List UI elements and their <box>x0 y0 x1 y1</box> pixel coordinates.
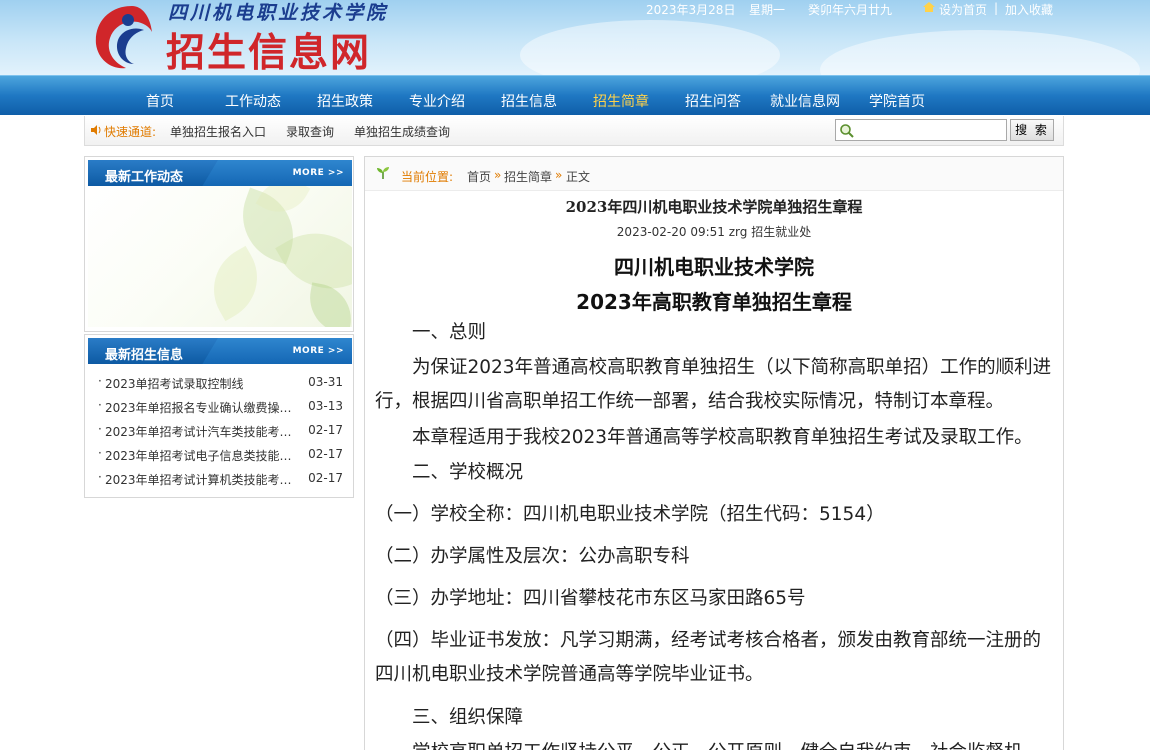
panel-header: 最新招生信息 MORE >> <box>88 338 352 364</box>
school-logo-icon[interactable] <box>88 0 154 72</box>
topbar-divider: | <box>994 1 999 15</box>
nav-item-admission-info[interactable]: 招生信息 <box>501 91 557 111</box>
list-item-date: 03-13 <box>308 399 343 413</box>
article-container: 当前位置: 首页 » 招生简章 » 正文 2023年四川机电职业技术学院单独招生… <box>364 156 1064 750</box>
quick-access-bar: 快速通道: 单独招生报名入口 录取查询 单独招生成绩查询 搜 索 <box>84 116 1064 146</box>
list-item-title[interactable]: 2023年单招考试电子信息类技能考试说明 <box>105 447 301 464</box>
site-header: 四川机电职业技术学院 招生信息网 2023年3月28日 星期一 癸卯年六月廿九 … <box>0 0 1150 75</box>
paragraph: 为保证2023年普通高校高职教育单独招生（以下简称高职单招）工作的顺利进行，根据… <box>375 357 1052 412</box>
list-item-title[interactable]: 2023年单招考试计汽车类技能考试说明 <box>105 423 301 440</box>
home-icon <box>923 2 935 12</box>
nav-item-majors[interactable]: 专业介绍 <box>409 91 465 111</box>
list-item[interactable]: · 2023年单招考试计汽车类技能考试说明 02-17 <box>95 419 345 443</box>
paragraph: 本章程适用于我校2023年普通高等学校高职教育单独招生考试及录取工作。 <box>412 427 1033 448</box>
article-title: 2023年四川机电职业技术学院单独招生章程 <box>565 198 863 216</box>
set-homepage-link[interactable]: 设为首页 <box>939 1 987 18</box>
list-item[interactable]: · 2023年单招考试计算机类技能考试说明 02-17 <box>95 467 345 491</box>
breadcrumb-home[interactable]: 首页 <box>467 168 491 185</box>
document-heading-title: 2023年高职教育单独招生章程 <box>576 290 852 314</box>
leaf-decoration <box>304 282 352 327</box>
article-meta: 2023-02-20 09:51 zrg 招生就业处 <box>616 225 812 239</box>
list-item-title[interactable]: 2023单招考试录取控制线 <box>105 375 301 392</box>
more-link[interactable]: MORE >> <box>293 168 344 178</box>
quick-link-admission-query[interactable]: 录取查询 <box>286 123 334 140</box>
quick-link-signup[interactable]: 单独招生报名入口 <box>170 123 266 140</box>
breadcrumb-section[interactable]: 招生简章 <box>504 168 552 185</box>
search-icon <box>840 124 854 138</box>
breadcrumb-label: 当前位置: <box>401 170 454 184</box>
quick-link-score-query[interactable]: 单独招生成绩查询 <box>354 123 450 140</box>
decorative-leaf-background <box>88 186 352 327</box>
paragraph: 学校高职单招工作坚持公平、公正、公开原则，健全自我约束、社会监督机 <box>375 736 1055 750</box>
site-name: 招生信息网 <box>166 31 372 75</box>
list-item[interactable]: · 2023单招考试录取控制线 03-31 <box>95 371 345 395</box>
admission-news-panel: 最新招生信息 MORE >> · 2023单招考试录取控制线 03-31 · 2… <box>84 334 354 498</box>
nav-item-college-home[interactable]: 学院首页 <box>869 91 925 111</box>
nav-item-employment[interactable]: 就业信息网 <box>770 91 840 111</box>
work-news-panel: 最新工作动态 MORE >> <box>84 156 354 332</box>
search-button[interactable]: 搜 索 <box>1010 119 1054 141</box>
list-item[interactable]: · 2023年单招报名专业确认缴费操作指南 03-13 <box>95 395 345 419</box>
header-cloud-decoration <box>820 30 1140 75</box>
list-item-date: 03-31 <box>308 375 343 389</box>
breadcrumb-separator: » <box>494 168 502 182</box>
paragraph: （二）办学属性及层次：公办高职专科 <box>375 546 690 567</box>
panel-title: 最新招生信息 <box>105 348 184 363</box>
paragraph: （三）办学地址：四川省攀枝花市东区马家田路65号 <box>375 588 806 609</box>
more-link[interactable]: MORE >> <box>293 346 344 356</box>
document-heading-school: 四川机电职业技术学院 <box>614 255 814 279</box>
quick-access-label: 快速通道: <box>104 125 157 139</box>
breadcrumb-current: 正文 <box>566 170 591 184</box>
panel-title: 最新工作动态 <box>105 170 184 185</box>
list-item[interactable]: · 2023年单招考试电子信息类技能考试说明 02-17 <box>95 443 345 467</box>
search-input[interactable] <box>835 119 1007 141</box>
nav-item-policy[interactable]: 招生政策 <box>317 91 373 111</box>
paragraph: （一）学校全称：四川机电职业技术学院（招生代码：5154） <box>375 504 885 525</box>
section-heading: 二、学校概况 <box>412 462 524 483</box>
speaker-icon <box>91 125 101 135</box>
breadcrumb-separator: » <box>555 168 563 182</box>
list-item-date: 02-17 <box>308 423 343 437</box>
list-item-date: 02-17 <box>308 447 343 461</box>
weekday: 星期一 <box>749 3 786 17</box>
lunar-date: 癸卯年六月廿九 <box>808 3 893 17</box>
sprout-icon <box>377 167 389 179</box>
section-heading: 一、总则 <box>412 322 487 343</box>
leaf-decoration <box>197 245 274 322</box>
admission-news-list: · 2023单招考试录取控制线 03-31 · 2023年单招报名专业确认缴费操… <box>95 371 345 491</box>
add-favorite-link[interactable]: 加入收藏 <box>1005 1 1053 18</box>
list-item-title[interactable]: 2023年单招报名专业确认缴费操作指南 <box>105 399 301 416</box>
nav-item-work-news[interactable]: 工作动态 <box>225 91 281 111</box>
current-date: 2023年3月28日 <box>646 3 736 17</box>
main-nav: 首页 工作动态 招生政策 专业介绍 招生信息 招生简章 招生问答 就业信息网 学… <box>0 75 1150 115</box>
nav-item-home[interactable]: 首页 <box>146 91 174 111</box>
paragraph: （四）毕业证书发放：凡学习期满，经考试考核合格者，颁发由教育部统一注册的四川机电… <box>375 630 1042 685</box>
section-heading: 三、组织保障 <box>412 707 524 728</box>
list-item-title[interactable]: 2023年单招考试计算机类技能考试说明 <box>105 471 301 488</box>
nav-item-brochure[interactable]: 招生简章 <box>593 91 649 111</box>
panel-header: 最新工作动态 MORE >> <box>88 160 352 186</box>
header-cloud-decoration <box>520 20 780 75</box>
breadcrumb: 当前位置: 首页 » 招生简章 » 正文 <box>365 157 1063 191</box>
list-item-date: 02-17 <box>308 471 343 485</box>
nav-item-qa[interactable]: 招生问答 <box>685 91 741 111</box>
